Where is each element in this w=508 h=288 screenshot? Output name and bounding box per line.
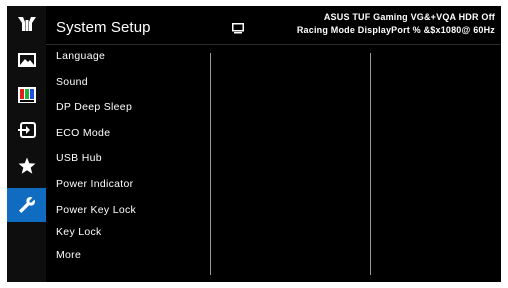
wrench-icon bbox=[18, 196, 36, 214]
osd-menu: System Setup ASUS TUF Gaming VG&+VQA HDR… bbox=[0, 0, 508, 288]
menu-item-power-indicator[interactable]: Power Indicator bbox=[56, 178, 133, 190]
sidebar-item-color[interactable] bbox=[7, 79, 46, 111]
column-divider-right bbox=[370, 53, 371, 275]
menu-item-sound[interactable]: Sound bbox=[56, 76, 88, 88]
menu-item-power-key-lock[interactable]: Power Key Lock bbox=[56, 204, 136, 216]
sidebar-item-tuf[interactable] bbox=[7, 8, 46, 40]
menu-item-key-lock[interactable]: Key Lock bbox=[56, 226, 102, 238]
star-icon bbox=[18, 157, 36, 175]
status-line-model: ASUS TUF Gaming VG&+VQA HDR Off bbox=[323, 12, 495, 22]
sidebar-item-input[interactable] bbox=[7, 114, 46, 146]
menu-item-language[interactable]: Language bbox=[56, 50, 105, 62]
page-title: System Setup bbox=[56, 19, 151, 36]
sidebar-item-image[interactable] bbox=[7, 44, 46, 76]
monitor-status-info: ASUS TUF Gaming VG&+VQA HDR Off Racing M… bbox=[297, 11, 495, 37]
sidebar bbox=[7, 6, 46, 282]
sidebar-item-favorite[interactable] bbox=[7, 150, 46, 182]
monitor-icon bbox=[232, 21, 244, 39]
color-bars-icon bbox=[17, 87, 36, 103]
column-divider-left bbox=[210, 53, 211, 275]
tuf-logo-icon bbox=[17, 17, 36, 31]
menu-item-dp-deep-sleep[interactable]: DP Deep Sleep bbox=[56, 101, 132, 113]
menu-item-eco-mode[interactable]: ECO Mode bbox=[56, 127, 110, 139]
image-icon bbox=[17, 53, 36, 67]
menu-item-more[interactable]: More bbox=[56, 249, 81, 261]
sidebar-item-system-setup[interactable] bbox=[7, 188, 46, 222]
header-divider bbox=[46, 44, 501, 45]
main-panel: System Setup ASUS TUF Gaming VG&+VQA HDR… bbox=[46, 6, 501, 282]
menu-item-usb-hub[interactable]: USB Hub bbox=[56, 152, 102, 164]
input-select-icon bbox=[17, 122, 36, 138]
status-line-mode: Racing Mode DisplayPort % &$x1080@ 60Hz bbox=[296, 25, 495, 35]
